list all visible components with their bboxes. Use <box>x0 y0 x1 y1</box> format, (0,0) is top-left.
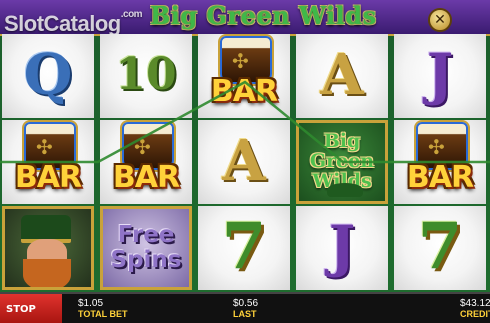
symbol-cell: Q <box>2 34 94 118</box>
watermark-suffix: .com <box>120 9 143 20</box>
reel-area: Q ✣ BAR 10 ✣ BAR Free Spins ✣ BAR A 7 A … <box>0 34 490 292</box>
credit-value: $43.12 <box>460 298 490 309</box>
symbol-cell: Free Spins <box>100 206 192 290</box>
bar-symbol: ✣ BAR <box>198 34 290 118</box>
stop-button[interactable]: STOP <box>0 294 62 323</box>
game-logo: Big Green Wilds <box>150 1 377 30</box>
symbol-label: BAR <box>406 160 474 195</box>
top-banner: Big Green Wilds SlotCatalog.com ✕ <box>0 0 490 36</box>
symbol-cell: ✣ BAR <box>2 120 94 204</box>
symbol-cell: J <box>296 206 388 290</box>
symbol-cell: Big Green Wilds <box>296 120 388 204</box>
symbol-cell: J <box>394 34 486 118</box>
reel-2: 10 ✣ BAR Free Spins <box>98 34 194 292</box>
celtic-knot-icon: ✣ <box>232 49 249 73</box>
free-spins-label: Free Spins <box>110 222 182 273</box>
bar-symbol: ✣ BAR <box>2 120 94 204</box>
bar-symbol: ✣ BAR <box>394 120 486 204</box>
symbol-cell <box>2 206 94 290</box>
reel-5: J ✣ BAR 7 <box>392 34 488 292</box>
credit: $43.12 CREDIT <box>460 298 490 320</box>
reel-1: Q ✣ BAR <box>0 34 96 292</box>
symbol-cell: 10 <box>100 34 192 118</box>
last-value: $0.56 <box>233 298 259 309</box>
bar-symbol: ✣ BAR <box>100 120 192 204</box>
symbol-letter: 7 <box>417 209 463 284</box>
bottom-bar: STOP $1.05 TOTAL BET $0.56 LAST $43.12 C… <box>0 292 490 323</box>
symbol-cell: A <box>198 120 290 204</box>
symbol-letter: 7 <box>221 209 267 284</box>
symbol-cell: A <box>296 34 388 118</box>
symbol-letter: 10 <box>115 49 177 100</box>
symbol-letter: J <box>426 42 454 108</box>
symbol-letter: A <box>222 128 266 194</box>
symbol-cell: 7 <box>394 206 486 290</box>
last-label: LAST <box>233 309 257 319</box>
symbol-cell: ✣ BAR <box>394 120 486 204</box>
symbol-cell: ✣ BAR <box>198 34 290 118</box>
watermark-text: SlotCatalog <box>4 11 121 36</box>
symbol-cell: ✣ BAR <box>100 120 192 204</box>
symbol-label: BAR <box>14 160 82 195</box>
symbol-letter: J <box>328 214 356 280</box>
symbol-letter: A <box>320 42 364 108</box>
slot-game-screen: Big Green Wilds SlotCatalog.com ✕ Q ✣ BA… <box>0 0 490 323</box>
wild-label: Big Green Wilds <box>309 130 375 192</box>
celtic-knot-icon: ✣ <box>428 135 445 159</box>
symbol-label: BAR <box>112 160 180 195</box>
hat-icon <box>327 183 363 197</box>
wild-symbol: Big Green Wilds <box>299 123 385 201</box>
celtic-knot-icon: ✣ <box>134 135 151 159</box>
close-icon[interactable]: ✕ <box>428 8 452 32</box>
celtic-knot-icon: ✣ <box>36 135 53 159</box>
credit-label: CREDIT <box>460 309 490 319</box>
symbol-cell: 7 <box>198 206 290 290</box>
symbol-label: BAR <box>210 74 278 109</box>
total-bet-label: TOTAL BET <box>78 309 128 319</box>
total-bet-value: $1.05 <box>78 298 104 309</box>
leprechaun-icon <box>5 209 91 287</box>
total-bet: $1.05 TOTAL BET <box>78 298 128 320</box>
last-win: $0.56 LAST <box>233 298 258 320</box>
reel-4: A Big Green Wilds J <box>294 34 390 292</box>
reel-3: ✣ BAR A 7 <box>196 34 292 292</box>
symbol-letter: Q <box>23 42 73 108</box>
